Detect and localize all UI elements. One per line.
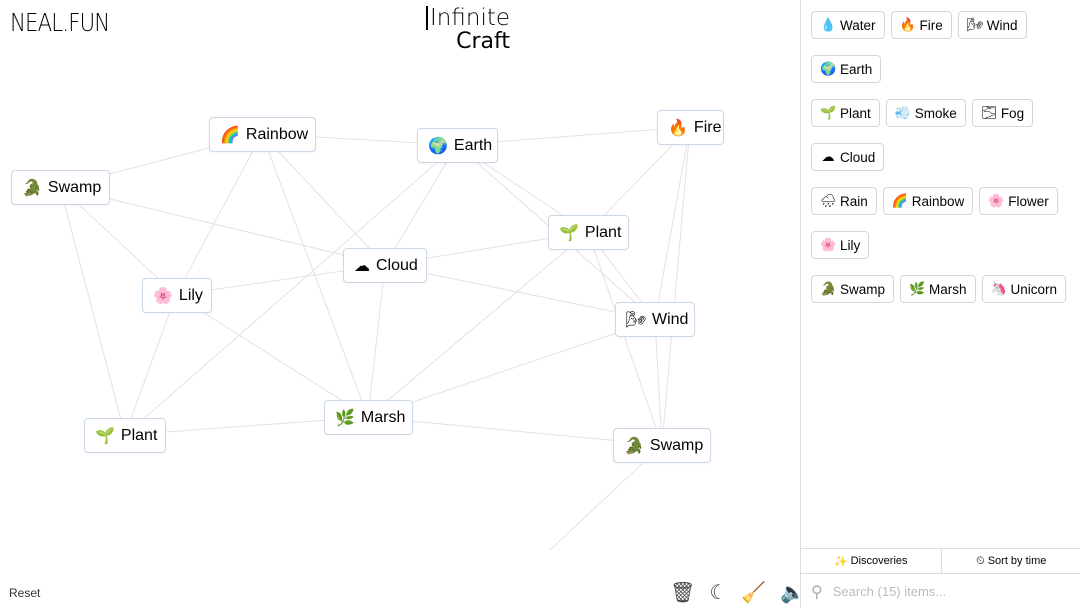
- item-label: Marsh: [929, 281, 967, 297]
- lily-icon: 🌸: [820, 237, 837, 252]
- sidebar-item-fire[interactable]: 🔥 Fire: [890, 11, 952, 39]
- cloud-icon: ☁: [354, 257, 370, 275]
- sort-by-time-tab[interactable]: ⏲ Sort by time: [940, 549, 1080, 573]
- crafting-canvas[interactable]: NEAL.FUN Infinite Craft 🌈 Rainbow 🌍 Earth 🔥 F…: [0, 0, 805, 608]
- flower-icon: 🌸: [988, 193, 1005, 208]
- sidebar-item-fog[interactable]: 🌫 Fog: [971, 99, 1034, 127]
- fire-icon: 🔥: [668, 119, 688, 137]
- item-label: Swamp: [840, 281, 886, 297]
- item-label: Rain: [840, 193, 868, 209]
- sidebar-item-wind[interactable]: 🌬 Wind: [957, 11, 1027, 39]
- smoke-icon: 💨: [894, 105, 911, 120]
- lily-icon: 🌸: [153, 287, 173, 305]
- cloud-icon: ☁: [821, 149, 835, 164]
- trash-icon[interactable]: 🗑: [670, 580, 695, 605]
- canvas-item-wind[interactable]: 🌬 Wind: [615, 302, 695, 337]
- sidebar-item-smoke[interactable]: 💨 Smoke: [885, 99, 966, 127]
- search-icon: ⚲: [811, 583, 823, 601]
- water-icon: 💧: [820, 17, 837, 32]
- rainbow-icon: 🌈: [891, 193, 908, 208]
- marsh-icon: 🌿: [335, 409, 355, 427]
- sidebar-item-rain[interactable]: 🌧 Rain: [811, 187, 877, 215]
- item-label: Smoke: [914, 105, 957, 121]
- sidebar-item-earth[interactable]: 🌍 Earth: [811, 55, 882, 83]
- sidebar-item-plant[interactable]: 🌱 Plant: [811, 99, 880, 127]
- item-label: Water: [840, 17, 876, 33]
- sparkle-icon: ✨: [833, 555, 848, 568]
- item-label: Rainbow: [911, 193, 965, 209]
- canvas-item-marsh[interactable]: 🌿 Marsh: [324, 400, 413, 435]
- item-label: Cloud: [376, 256, 418, 274]
- plant-icon: 🌱: [95, 427, 115, 445]
- item-label: Lily: [178, 286, 203, 304]
- plant-icon: 🌱: [559, 224, 579, 242]
- canvas-item-swamp[interactable]: 🐊 Swamp: [11, 170, 110, 205]
- unicorn-icon: 🦄: [990, 281, 1007, 296]
- rain-icon: 🌧: [820, 193, 837, 208]
- item-label: Swamp: [649, 436, 704, 454]
- item-label: Unicorn: [1010, 281, 1058, 297]
- earth-icon: 🌍: [428, 137, 448, 155]
- swamp-icon: 🐊: [624, 437, 644, 455]
- neal-fun-logo[interactable]: NEAL.FUN: [10, 8, 110, 37]
- item-label: Fire: [693, 118, 722, 136]
- item-label: Earth: [840, 61, 873, 77]
- reset-button[interactable]: Reset: [9, 586, 40, 600]
- marsh-icon: 🌿: [909, 281, 926, 296]
- moon-icon[interactable]: ☾: [709, 580, 727, 605]
- sidebar-item-flower[interactable]: 🌸 Flower: [979, 187, 1058, 215]
- broom-icon[interactable]: 🧹: [741, 580, 766, 605]
- sidebar-item-unicorn[interactable]: 🦄 Unicorn: [981, 275, 1067, 303]
- search-input[interactable]: [832, 584, 1053, 599]
- title-line-2: Craft: [456, 29, 510, 54]
- canvas-item-rainbow[interactable]: 🌈 Rainbow: [209, 117, 316, 152]
- sidebar-item-swamp[interactable]: 🐊 Swamp: [811, 275, 895, 303]
- title-line-1: Infinite: [426, 6, 510, 30]
- swamp-icon: 🐊: [820, 281, 837, 296]
- item-label: Cloud: [840, 149, 876, 165]
- sidebar-item-water[interactable]: 💧 Water: [811, 11, 885, 39]
- item-label: Plant: [120, 426, 158, 444]
- item-label: Fog: [1000, 105, 1025, 121]
- canvas-item-plant[interactable]: 🌱 Plant: [84, 418, 166, 453]
- item-label: Swamp: [47, 178, 102, 196]
- canvas-item-lily[interactable]: 🌸 Lily: [142, 278, 212, 313]
- item-label: Wind: [652, 310, 689, 328]
- fire-icon: 🔥: [899, 17, 916, 32]
- clock-icon: ⏲: [976, 554, 985, 567]
- wind-icon: 🌬: [966, 17, 984, 32]
- sidebar-item-lily[interactable]: 🌸 Lily: [811, 231, 870, 259]
- canvas-item-cloud[interactable]: ☁ Cloud: [343, 248, 427, 283]
- sidebar: 💧 Water 🔥 Fire 🌬 Wind 🌍 Earth 🌱 Plant 💨 Smoke 🌫 Fog ☁ C…: [800, 0, 1080, 608]
- canvas-item-fire[interactable]: 🔥 Fire: [657, 110, 724, 145]
- discoveries-tab[interactable]: ✨ Discoveries: [801, 549, 941, 573]
- item-label: Plant: [584, 223, 622, 241]
- fog-icon: 🌫: [980, 105, 998, 120]
- swamp-icon: 🐊: [22, 179, 42, 197]
- infinite-craft-title: Infinite Craft: [426, 6, 510, 54]
- item-label: Plant: [840, 105, 871, 121]
- item-label: Rainbow: [245, 125, 309, 143]
- plant-icon: 🌱: [820, 105, 837, 120]
- earth-icon: 🌍: [820, 61, 837, 76]
- item-label: Flower: [1008, 193, 1049, 209]
- wind-icon: 🌬: [626, 311, 647, 329]
- item-label: Lily: [840, 237, 861, 253]
- canvas-item-earth[interactable]: 🌍 Earth: [417, 128, 498, 163]
- canvas-item-plant[interactable]: 🌱 Plant: [548, 215, 629, 250]
- item-label: Wind: [986, 17, 1018, 33]
- sidebar-item-rainbow[interactable]: 🌈 Rainbow: [882, 187, 974, 215]
- item-label: Fire: [919, 17, 943, 33]
- sidebar-item-cloud[interactable]: ☁ Cloud: [811, 143, 885, 171]
- discoveries-label: Discoveries: [850, 555, 908, 567]
- sidebar-item-marsh[interactable]: 🌿 Marsh: [900, 275, 976, 303]
- item-label: Earth: [453, 136, 493, 154]
- item-label: Marsh: [360, 408, 406, 426]
- rainbow-icon: 🌈: [220, 126, 240, 144]
- canvas-item-swamp[interactable]: 🐊 Swamp: [613, 428, 711, 463]
- sort-label: Sort by time: [987, 555, 1047, 567]
- item-list: 💧 Water 🔥 Fire 🌬 Wind 🌍 Earth 🌱 Plant 💨 Smoke 🌫 Fog ☁ C…: [801, 0, 1080, 314]
